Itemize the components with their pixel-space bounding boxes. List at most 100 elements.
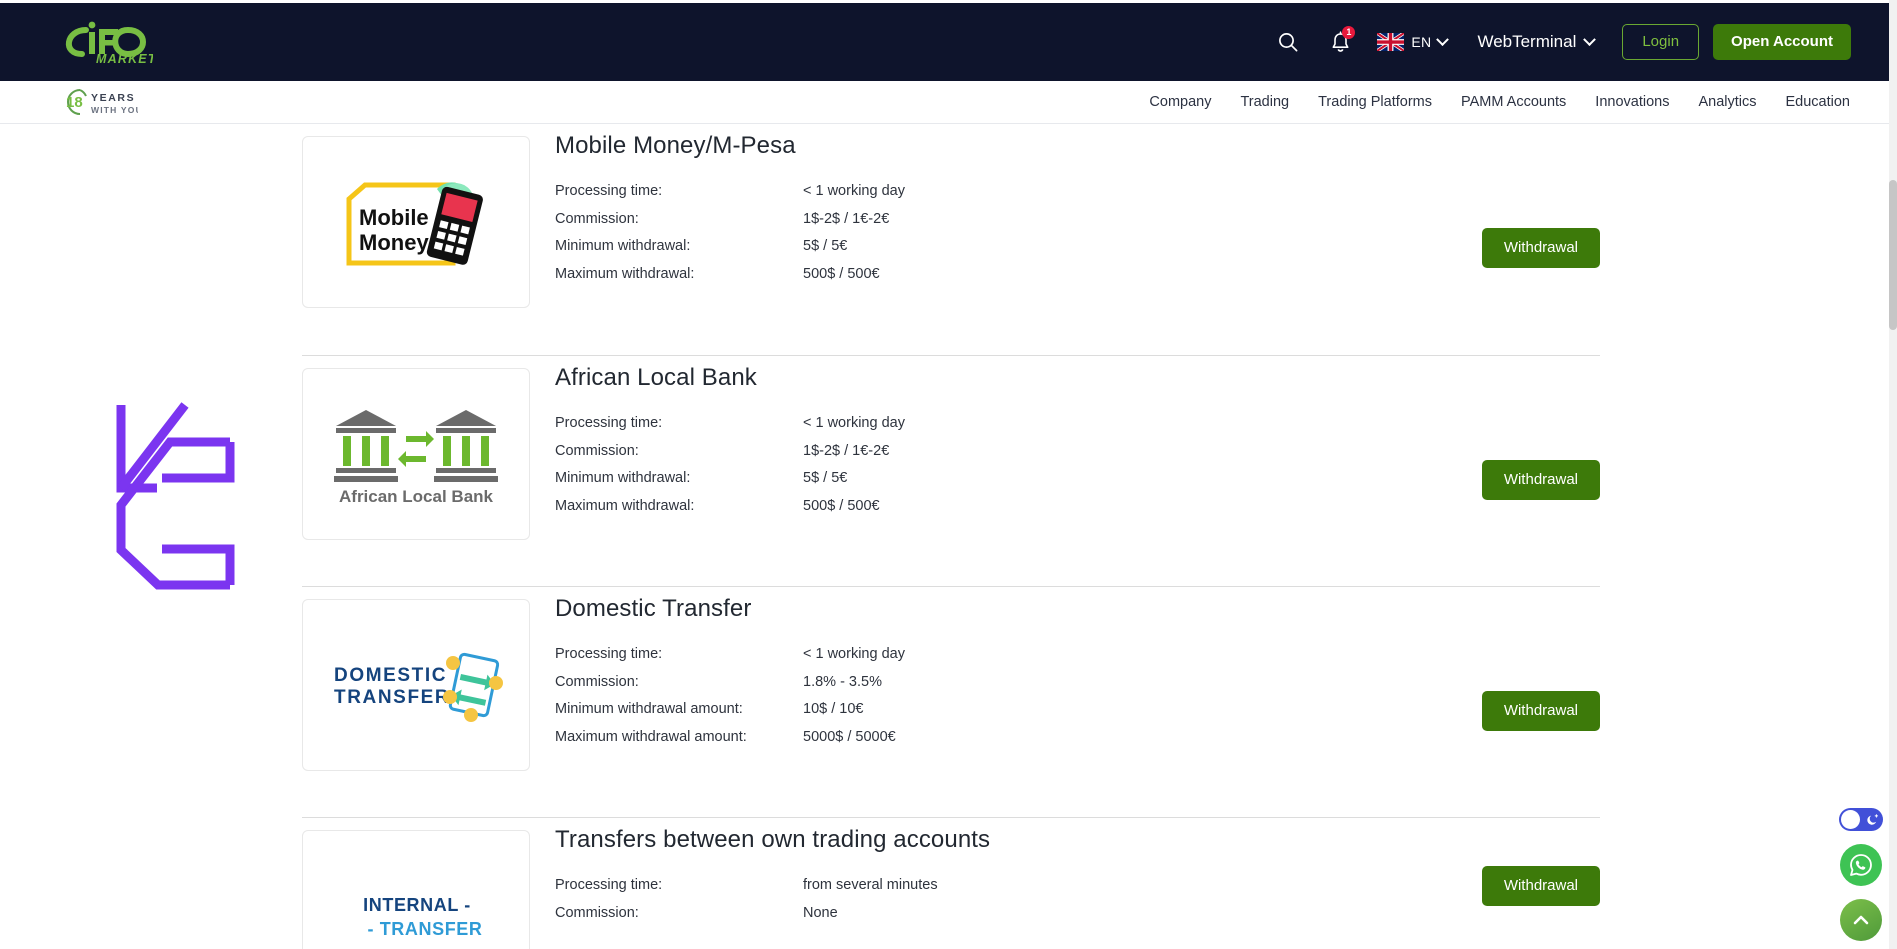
method-spec-table: Processing time: < 1 working day Commiss… <box>555 183 905 294</box>
language-selector[interactable]: EN <box>1377 32 1450 51</box>
spec-row: Processing time: < 1 working day <box>555 415 905 443</box>
chevron-up-icon <box>1853 915 1869 925</box>
subnav-item-education[interactable]: Education <box>1786 94 1851 110</box>
spec-label: Minimum withdrawal: <box>555 238 691 255</box>
scroll-to-top-button[interactable] <box>1840 899 1882 941</box>
open-account-button[interactable]: Open Account <box>1713 24 1851 60</box>
domestic-transfer-logo-text-2: TRANSFER <box>334 687 450 708</box>
top-header-bar: MARKETS 1 <box>0 3 1897 81</box>
spec-row: Commission: 1$-2$ / 1€-2€ <box>555 211 905 239</box>
subnav-item-company[interactable]: Company <box>1149 94 1211 110</box>
method-body: African Local Bank Processing time: < 1 … <box>555 356 1600 526</box>
spec-value: < 1 working day <box>803 183 905 199</box>
spec-row: Processing time: < 1 working day <box>555 646 905 674</box>
spec-row: Maximum withdrawal amount: 5000$ / 5000€ <box>555 729 905 757</box>
method-logo-box: African Local Bank <box>302 368 530 540</box>
header-actions: 1 EN WebTerminal Login Open Account <box>1269 23 1851 61</box>
scrollbar-thumb[interactable] <box>1889 180 1897 330</box>
withdrawal-button[interactable]: Withdrawal <box>1481 690 1600 731</box>
spec-value: 10$ / 10€ <box>803 701 864 718</box>
spec-row: Maximum withdrawal: 500$ / 500€ <box>555 266 905 294</box>
spec-label: Processing time: <box>555 646 663 662</box>
spec-value: 5000$ / 5000€ <box>803 729 896 746</box>
spec-value: None <box>803 904 838 921</box>
spec-row: Processing time: < 1 working day <box>555 183 905 211</box>
spec-row: Commission: None <box>555 905 938 933</box>
method-spec-table: Processing time: < 1 working day Commiss… <box>555 415 905 526</box>
toggle-knob <box>1841 810 1860 829</box>
spec-label: Minimum withdrawal: <box>555 470 691 487</box>
payment-method-row: Mobile Money Mobile Money/M-Pesa Process… <box>302 124 1600 355</box>
spec-row: Maximum withdrawal: 500$ / 500€ <box>555 498 905 526</box>
notifications-button[interactable]: 1 <box>1321 23 1359 61</box>
whatsapp-button[interactable] <box>1840 844 1882 886</box>
language-code: EN <box>1411 34 1432 50</box>
webterminal-menu[interactable]: WebTerminal <box>1477 32 1597 52</box>
withdrawal-button[interactable]: Withdrawal <box>1481 227 1600 268</box>
withdrawal-button[interactable]: Withdrawal <box>1481 459 1600 500</box>
subnav-item-trading[interactable]: Trading <box>1240 94 1289 110</box>
brand-sub-text: MARKETS <box>96 52 153 65</box>
webterminal-label: WebTerminal <box>1477 32 1577 51</box>
withdrawal-button[interactable]: Withdrawal <box>1481 866 1600 907</box>
spec-value: < 1 working day <box>803 415 905 431</box>
mobile-money-logo-text-1: Mobile <box>359 205 429 230</box>
login-button[interactable]: Login <box>1622 24 1700 60</box>
subnav-item-innovations[interactable]: Innovations <box>1595 94 1669 110</box>
notification-count-badge: 1 <box>1342 26 1356 39</box>
spec-label: Commission: <box>555 904 639 921</box>
spec-row: Processing time: from several minutes <box>555 877 938 905</box>
subnav-links: Company Trading Trading Platforms PAMM A… <box>1149 94 1850 110</box>
chevron-down-icon <box>1436 32 1450 46</box>
spec-value: < 1 working day <box>803 646 905 662</box>
purple-brand-watermark-icon <box>116 402 235 590</box>
subnav-item-pamm-accounts[interactable]: PAMM Accounts <box>1461 94 1566 110</box>
method-body: Transfers between own trading accounts P… <box>555 818 1600 932</box>
spec-row: Commission: 1$-2$ / 1€-2€ <box>555 443 905 471</box>
method-spec-table: Processing time: from several minutes Co… <box>555 877 938 932</box>
spec-value: 1$-2$ / 1€-2€ <box>803 210 890 227</box>
spec-label: Maximum withdrawal: <box>555 498 695 515</box>
spec-value: 500$ / 500€ <box>803 266 880 283</box>
page-scrollbar[interactable] <box>1889 0 1897 949</box>
spec-label: Processing time: <box>555 183 663 199</box>
years-with-you-badge: 18 YEARS WITH YOU <box>58 86 138 118</box>
spec-row: Minimum withdrawal: 5$ / 5€ <box>555 470 905 498</box>
method-spec-table: Processing time: < 1 working day Commiss… <box>555 646 905 757</box>
spec-label: Minimum withdrawal amount: <box>555 701 743 718</box>
spec-label: Maximum withdrawal: <box>555 266 695 283</box>
internal-transfer-logo-text-1: INTERNAL - <box>363 895 471 915</box>
method-title: Transfers between own trading accounts <box>555 826 991 853</box>
years-badge-icon: 18 YEARS WITH YOU <box>66 89 138 115</box>
method-logo-box: DOMESTIC TRANSFER <box>302 599 530 771</box>
main-content: Mobile Money Mobile Money/M-Pesa Process… <box>0 124 1897 949</box>
domestic-transfer-logo-text-1: DOMESTIC <box>334 665 447 686</box>
subnav-item-trading-platforms[interactable]: Trading Platforms <box>1318 94 1432 110</box>
internal-transfer-icon: INTERNAL - - TRANSFER <box>363 895 482 939</box>
african-local-bank-icon: African Local Bank <box>334 410 498 506</box>
search-icon <box>1279 33 1298 52</box>
dark-mode-toggle[interactable] <box>1839 808 1883 831</box>
moon-icon <box>1867 813 1879 825</box>
internal-transfer-logo-text-2: - TRANSFER <box>367 919 482 939</box>
spec-label: Commission: <box>555 442 639 459</box>
method-logo-box: Mobile Money <box>302 136 530 308</box>
secondary-navigation: 18 YEARS WITH YOU Company Trading Tradin… <box>0 81 1897 124</box>
spec-row: Minimum withdrawal amount: 10$ / 10€ <box>555 701 905 729</box>
bank-left <box>334 410 398 482</box>
payment-method-row: INTERNAL - - TRANSFER Transfers between … <box>302 817 1600 949</box>
search-button[interactable] <box>1269 23 1307 61</box>
method-title: Mobile Money/M-Pesa <box>555 132 796 159</box>
spec-label: Maximum withdrawal amount: <box>555 729 747 746</box>
payment-method-row: DOMESTIC TRANSFER Domestic Transfer Proc… <box>302 586 1600 817</box>
bank-right <box>434 410 498 482</box>
method-title: Domestic Transfer <box>555 595 752 622</box>
ifc-markets-logo[interactable]: MARKETS <box>56 20 153 65</box>
subnav-item-analytics[interactable]: Analytics <box>1698 94 1756 110</box>
spec-row: Minimum withdrawal: 5$ / 5€ <box>555 238 905 266</box>
uk-flag-icon <box>1377 33 1405 51</box>
mobile-money-icon: Mobile Money <box>346 182 483 266</box>
years-line2: WITH YOU <box>91 105 138 115</box>
payment-method-row: African Local Bank African Local Bank Pr… <box>302 355 1600 586</box>
african-local-bank-logo-text: African Local Bank <box>339 487 494 506</box>
